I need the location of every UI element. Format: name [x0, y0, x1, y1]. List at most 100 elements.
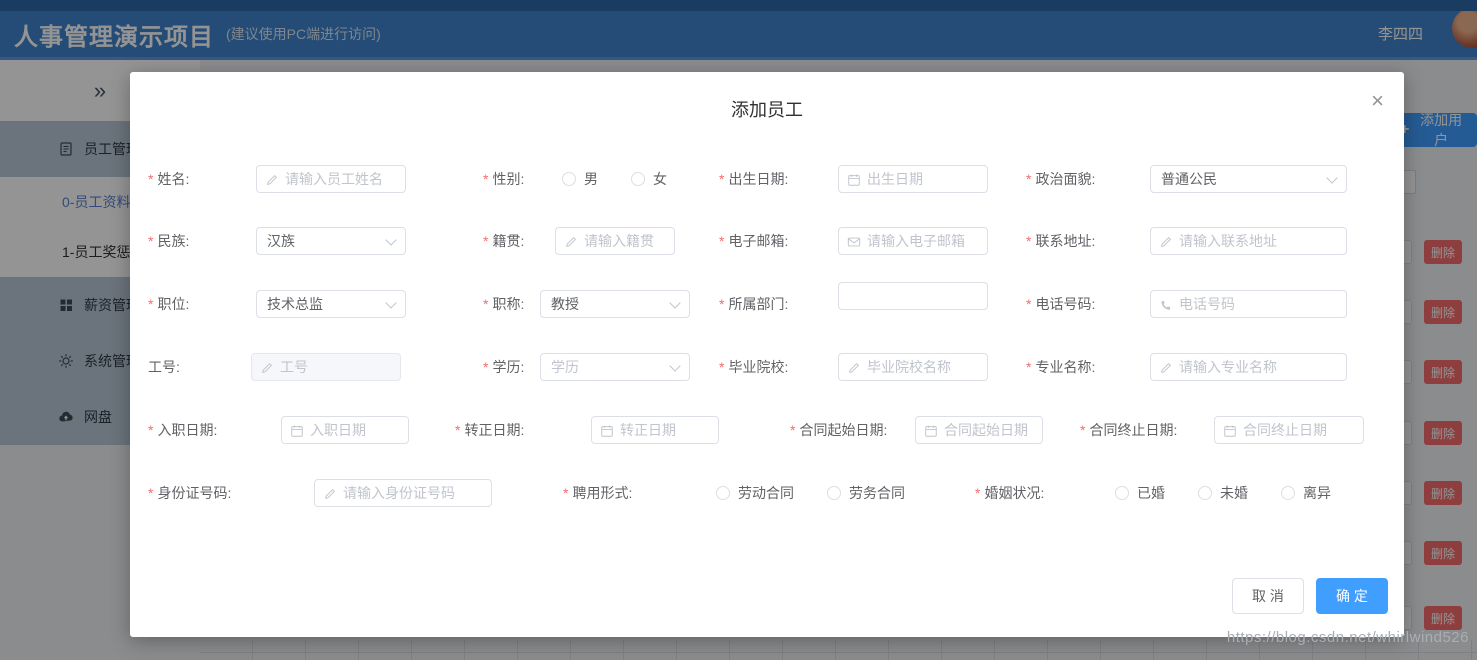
- field-phone: * 电话号码:: [1026, 290, 1347, 318]
- birth-date-input[interactable]: [838, 165, 988, 193]
- field-job-title: * 职称: 教授: [483, 290, 690, 318]
- department-input[interactable]: [838, 282, 988, 310]
- required-mark: *: [719, 296, 725, 312]
- cancel-button[interactable]: 取 消: [1232, 578, 1304, 614]
- required-mark: *: [148, 233, 154, 249]
- chevron-down-icon: [669, 296, 681, 309]
- radio-icon: [631, 172, 645, 186]
- marital-radio-married[interactable]: 已婚: [1115, 483, 1165, 503]
- required-mark: *: [1026, 296, 1032, 312]
- edit-icon: [848, 362, 860, 374]
- required-mark: *: [148, 171, 154, 187]
- field-label: 职称:: [492, 296, 525, 312]
- chevron-down-icon: [1326, 171, 1338, 184]
- radio-icon: [1198, 486, 1212, 500]
- field-email: * 电子邮箱:: [719, 227, 988, 255]
- dialog-title: 添加员工: [731, 100, 803, 120]
- field-major: * 专业名称:: [1026, 353, 1347, 381]
- radio-icon: [716, 486, 730, 500]
- field-label: 合同终止日期:: [1089, 422, 1178, 438]
- field-label: 婚姻状况:: [984, 485, 1045, 501]
- email-input[interactable]: [838, 227, 988, 255]
- education-select[interactable]: 学历: [540, 353, 690, 381]
- chevron-down-icon: [669, 359, 681, 372]
- required-mark: *: [719, 171, 725, 187]
- position-select[interactable]: 技术总监: [256, 290, 406, 318]
- field-name: * 姓名:: [148, 165, 406, 193]
- edit-icon: [565, 236, 577, 248]
- add-employee-dialog: 添加员工 × *姓名: *性别: 男 女 *出生日期: *政治面貌: 普通公民 …: [130, 72, 1404, 637]
- contract-end-input[interactable]: [1214, 416, 1364, 444]
- political-status-select[interactable]: 普通公民: [1150, 165, 1347, 193]
- gender-radio-female[interactable]: 女: [631, 169, 667, 189]
- address-input[interactable]: [1150, 227, 1347, 255]
- chevron-down-icon: [385, 296, 397, 309]
- regular-date-input[interactable]: [591, 416, 719, 444]
- field-label: 出生日期:: [728, 171, 789, 187]
- field-marital-status: * 婚姻状况: 已婚 未婚 离异: [975, 479, 1364, 507]
- field-label: 政治面貌:: [1035, 171, 1096, 187]
- field-label: 电子邮箱:: [728, 233, 789, 249]
- field-political-status: * 政治面貌: 普通公民: [1026, 165, 1347, 193]
- required-mark: *: [975, 485, 981, 501]
- calendar-icon: [291, 425, 303, 437]
- major-input[interactable]: [1150, 353, 1347, 381]
- confirm-button[interactable]: 确 定: [1316, 578, 1388, 614]
- edit-icon: [1160, 362, 1172, 374]
- id-number-input[interactable]: [314, 479, 492, 507]
- calendar-icon: [1224, 425, 1236, 437]
- field-label: 所属部门:: [728, 296, 789, 312]
- employee-no-input: [251, 353, 401, 381]
- field-gender: * 性别: 男 女: [483, 165, 700, 193]
- field-contract-end: * 合同终止日期:: [1080, 416, 1364, 444]
- watermark: https://blog.csdn.net/whirlwind526: [1226, 629, 1469, 646]
- native-place-input[interactable]: [555, 227, 675, 255]
- field-label: 籍贯:: [492, 233, 525, 249]
- edit-icon: [1160, 236, 1172, 248]
- required-mark: *: [483, 359, 489, 375]
- field-label: 专业名称:: [1035, 359, 1096, 375]
- ethnicity-select[interactable]: 汉族: [256, 227, 406, 255]
- required-mark: *: [148, 485, 154, 501]
- field-birth-date: * 出生日期:: [719, 165, 988, 193]
- field-label: 学历:: [492, 359, 525, 375]
- field-education: * 学历: 学历: [483, 353, 690, 381]
- required-mark: *: [1026, 359, 1032, 375]
- required-mark: *: [790, 422, 796, 438]
- required-mark: *: [1026, 171, 1032, 187]
- radio-icon: [1281, 486, 1295, 500]
- employment-radio-labor-contract[interactable]: 劳动合同: [716, 483, 794, 503]
- radio-icon: [827, 486, 841, 500]
- field-label: 电话号码:: [1035, 296, 1096, 312]
- job-title-select[interactable]: 教授: [540, 290, 690, 318]
- school-input[interactable]: [838, 353, 988, 381]
- field-label: 性别:: [492, 171, 525, 187]
- calendar-icon: [601, 425, 613, 437]
- hire-date-input[interactable]: [281, 416, 409, 444]
- chevron-down-icon: [385, 233, 397, 246]
- field-school: * 毕业院校:: [719, 353, 988, 381]
- field-hire-date: * 入职日期:: [148, 416, 409, 444]
- name-input[interactable]: [256, 165, 406, 193]
- contract-start-input[interactable]: [915, 416, 1043, 444]
- radio-icon: [562, 172, 576, 186]
- gender-radio-male[interactable]: 男: [562, 169, 598, 189]
- marital-radio-single[interactable]: 未婚: [1198, 483, 1248, 503]
- employment-radio-service-contract[interactable]: 劳务合同: [827, 483, 905, 503]
- marital-radio-divorced[interactable]: 离异: [1281, 483, 1331, 503]
- phone-input[interactable]: [1150, 290, 1347, 318]
- field-department: * 所属部门:: [719, 282, 988, 318]
- radio-icon: [1115, 486, 1129, 500]
- field-label: 民族:: [157, 233, 190, 249]
- mail-icon: [847, 237, 861, 247]
- required-mark: *: [1026, 233, 1032, 249]
- edit-icon: [261, 362, 273, 374]
- required-mark: *: [483, 171, 489, 187]
- field-position: * 职位: 技术总监: [148, 290, 406, 318]
- required-mark: *: [719, 233, 725, 249]
- close-icon[interactable]: ×: [1371, 90, 1384, 112]
- field-employment-type: * 聘用形式: 劳动合同 劳务合同: [563, 479, 938, 507]
- field-label: 姓名:: [157, 171, 190, 187]
- phone-icon: [1161, 301, 1171, 310]
- field-employee-no: 工号:: [148, 353, 401, 381]
